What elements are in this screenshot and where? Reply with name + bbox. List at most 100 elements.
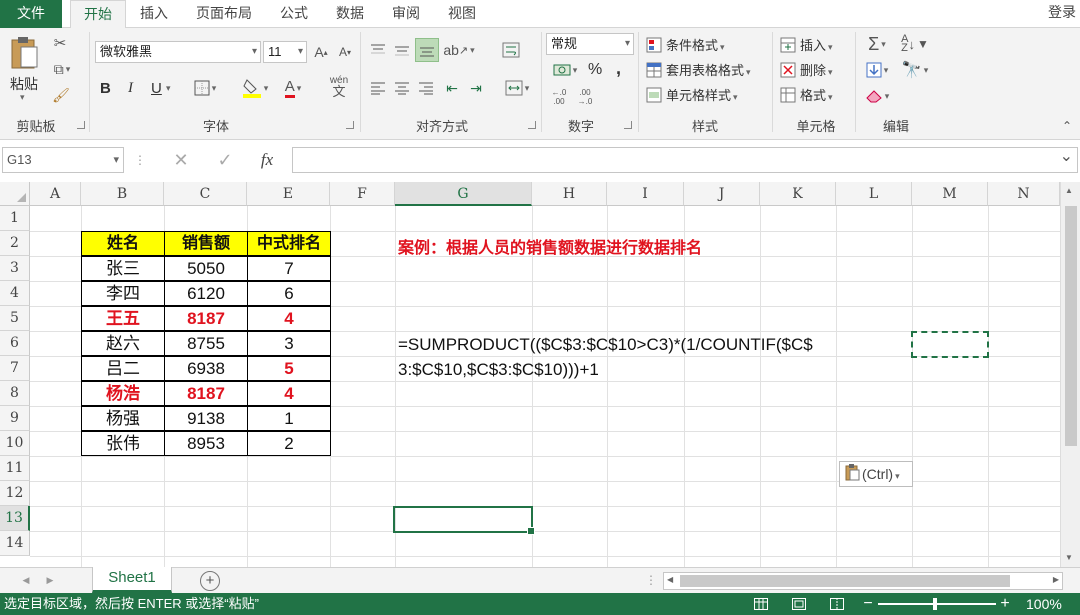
page-break-view-icon[interactable] <box>828 596 846 612</box>
format-cells-icon[interactable] <box>779 86 797 104</box>
table-cell-sales[interactable]: 8755 <box>164 331 248 356</box>
align-center-icon[interactable] <box>392 78 412 98</box>
tab-view[interactable]: 视图 <box>440 0 484 28</box>
column-header[interactable]: L <box>836 182 912 206</box>
tab-page-layout[interactable]: 页面布局 <box>186 0 262 28</box>
row-header[interactable]: 3 <box>0 256 30 281</box>
table-cell-sales[interactable]: 8187 <box>164 306 248 331</box>
font-name-select[interactable]: 微软雅黑 <box>95 41 261 63</box>
align-top-icon[interactable] <box>368 40 388 60</box>
insert-cells-icon[interactable] <box>779 36 797 54</box>
delete-cells-button[interactable]: 删除 ▾ <box>800 60 833 79</box>
horizontal-scroll-thumb[interactable] <box>680 575 1010 587</box>
table-cell-sales[interactable]: 8187 <box>164 381 248 406</box>
paste-dropdown-icon[interactable]: ▾ <box>20 92 25 103</box>
cell-styles-icon[interactable] <box>645 86 663 104</box>
row-header[interactable]: 7 <box>0 356 30 381</box>
zoom-level[interactable]: 100% <box>1026 593 1062 615</box>
column-header[interactable]: C <box>164 182 247 206</box>
table-cell-sales[interactable]: 6120 <box>164 281 248 306</box>
align-middle-icon[interactable] <box>392 40 412 60</box>
row-header-selected[interactable]: 13 <box>0 506 30 531</box>
formula-input[interactable] <box>292 147 1078 173</box>
number-format-select[interactable]: 常规 <box>546 33 634 55</box>
clear-icon[interactable]: ▾ <box>862 86 892 106</box>
row-header[interactable]: 8 <box>0 381 30 406</box>
decrease-decimal-icon[interactable]: .00 →.0 <box>574 86 596 108</box>
cut-icon[interactable]: ✂ <box>52 34 68 52</box>
zoom-in-icon[interactable]: + <box>999 595 1011 612</box>
column-header-selected[interactable]: G <box>395 182 532 206</box>
cancel-icon[interactable]: ✕ <box>168 149 194 171</box>
table-cell-sales[interactable]: 8953 <box>164 431 248 456</box>
row-header[interactable]: 9 <box>0 406 30 431</box>
tab-home[interactable]: 开始 <box>70 0 126 29</box>
column-header[interactable]: E <box>247 182 330 206</box>
zoom-out-icon[interactable]: − <box>862 595 874 612</box>
column-header[interactable]: J <box>684 182 760 206</box>
column-header[interactable]: N <box>988 182 1060 206</box>
table-cell-name[interactable]: 王五 <box>81 306 165 331</box>
table-header-cell[interactable]: 销售额 <box>164 231 248 256</box>
column-header[interactable]: H <box>532 182 607 206</box>
table-cell-sales[interactable]: 5050 <box>164 256 248 281</box>
page-layout-view-icon[interactable] <box>790 596 808 612</box>
row-header[interactable]: 5 <box>0 306 30 331</box>
row-header[interactable]: 10 <box>0 431 30 456</box>
paste-options-button[interactable]: (Ctrl) ▾ <box>839 461 913 487</box>
format-painter-icon[interactable]: 🖌 <box>52 86 70 104</box>
table-cell-rank[interactable]: 2 <box>247 431 331 456</box>
align-right-icon[interactable] <box>416 78 436 98</box>
increase-decimal-icon[interactable]: ←.0.00 <box>548 86 570 108</box>
align-left-icon[interactable] <box>368 78 388 98</box>
enter-icon[interactable]: ✓ <box>212 149 238 171</box>
autosum-icon[interactable]: Σ ▾ <box>862 34 892 54</box>
table-cell-name[interactable]: 赵六 <box>81 331 165 356</box>
phonetic-icon[interactable]: wén 文 <box>322 72 356 100</box>
underline-button[interactable]: U <box>151 80 162 97</box>
conditional-format-button[interactable]: 条件格式 ▾ <box>666 35 725 54</box>
copy-icon[interactable]: ⧉ ▾ <box>52 60 72 78</box>
insert-function-icon[interactable]: fx <box>254 148 280 172</box>
format-as-table-icon[interactable] <box>645 61 663 79</box>
percent-button[interactable]: % <box>588 61 602 79</box>
next-sheet-icon[interactable]: ▶ <box>44 573 56 587</box>
column-header[interactable]: I <box>607 182 684 206</box>
row-header[interactable]: 6 <box>0 331 30 356</box>
table-cell-rank[interactable]: 3 <box>247 331 331 356</box>
font-color-icon[interactable]: A ▾ <box>278 76 308 100</box>
borders-icon[interactable]: ▾ <box>190 78 220 98</box>
table-cell-sales[interactable]: 6938 <box>164 356 248 381</box>
find-select-icon[interactable]: 🔭 ▾ <box>898 60 932 80</box>
fill-color-icon[interactable]: ▾ <box>238 76 272 100</box>
table-cell-rank[interactable]: 4 <box>247 381 331 406</box>
comma-button[interactable]: , <box>616 58 621 79</box>
table-cell-rank[interactable]: 4 <box>247 306 331 331</box>
font-launcher-icon[interactable] <box>346 121 354 129</box>
case-title[interactable]: 案例：根据人员的销售额数据进行数据排名 <box>398 234 702 258</box>
row-header[interactable]: 11 <box>0 456 30 481</box>
scroll-right-icon[interactable]: ▶ <box>1053 575 1059 584</box>
worksheet-grid[interactable]: A B C E F G H I J K L M N 1 2 3 4 5 6 7 … <box>0 182 1080 567</box>
merge-center-icon[interactable]: ▾ <box>500 78 534 98</box>
format-cells-button[interactable]: 格式 ▾ <box>800 85 833 104</box>
font-size-select[interactable]: 11 <box>263 41 307 63</box>
sort-filter-icon[interactable]: A Z ↓ ▼ <box>898 34 932 54</box>
column-header[interactable]: B <box>81 182 164 206</box>
column-header[interactable]: K <box>760 182 836 206</box>
table-cell-name[interactable]: 杨浩 <box>81 381 165 406</box>
conditional-format-icon[interactable] <box>645 36 663 54</box>
row-header[interactable]: 1 <box>0 206 30 231</box>
table-cell-name[interactable]: 李四 <box>81 281 165 306</box>
normal-view-icon[interactable] <box>752 596 770 612</box>
table-cell-name[interactable]: 张三 <box>81 256 165 281</box>
increase-font-icon[interactable]: A ▴ <box>312 42 330 62</box>
decrease-indent-icon[interactable]: ⇤ <box>442 78 462 98</box>
horizontal-scrollbar[interactable]: ◀ ▶ <box>663 572 1063 590</box>
row-header[interactable]: 14 <box>0 531 30 556</box>
insert-cells-button[interactable]: 插入 ▾ <box>800 35 833 54</box>
name-box[interactable]: G13 <box>2 147 124 173</box>
increase-indent-icon[interactable]: ⇥ <box>466 78 486 98</box>
fill-icon[interactable]: ▾ <box>862 60 892 80</box>
table-cell-rank[interactable]: 5 <box>247 356 331 381</box>
